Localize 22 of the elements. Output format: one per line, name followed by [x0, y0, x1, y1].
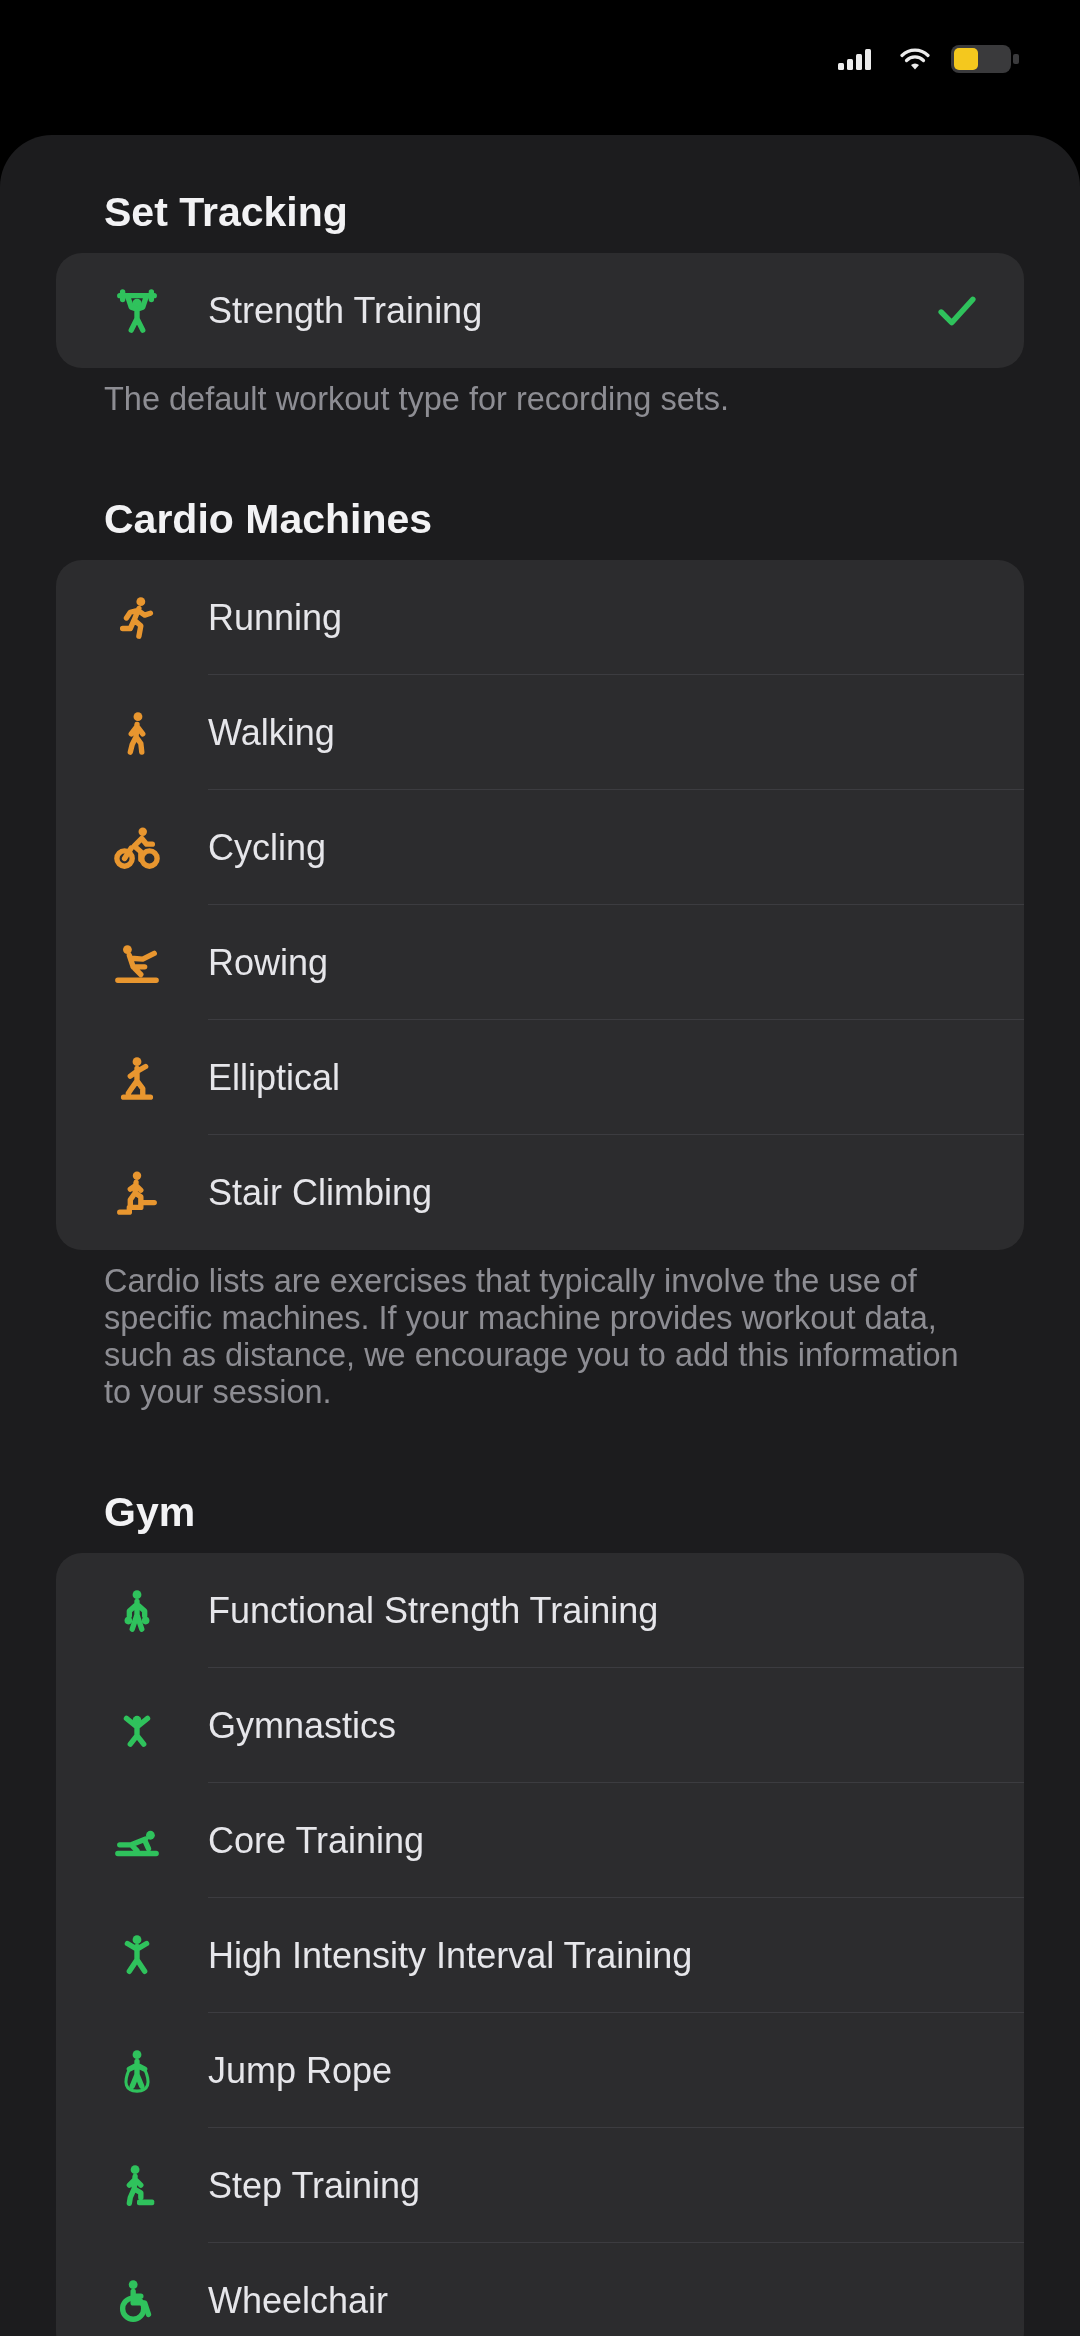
- workout-type-row[interactable]: High Intensity Interval Training: [56, 1898, 1024, 2013]
- workout-type-row[interactable]: Step Training: [56, 2128, 1024, 2243]
- section-header: Cardio Machines: [103, 495, 434, 544]
- workout-type-row[interactable]: Functional Strength Training: [56, 1553, 1024, 1668]
- workout-type-row[interactable]: Stair Climbing: [56, 1135, 1024, 1250]
- workout-type-row[interactable]: Running: [56, 560, 1024, 675]
- workout-type-row[interactable]: Elliptical: [56, 1020, 1024, 1135]
- signal-icon: [838, 47, 872, 70]
- workout-type-row[interactable]: Rowing: [56, 905, 1024, 1020]
- workout-type-row[interactable]: Core Training: [56, 1783, 1024, 1898]
- section-footnote: Cardio lists are exercises that typically involve the use of specific machines. If your machine provides workout data, such as distance, we encourage you to add this information to your session.: [103, 1262, 960, 1411]
- section-header: Gym: [103, 1488, 197, 1537]
- workout-type-row[interactable]: Gymnastics: [56, 1668, 1024, 1783]
- workout-type-row[interactable]: Cycling: [56, 790, 1024, 905]
- section-footnote: The default workout type for recording sets.: [103, 380, 731, 418]
- workout-type-row[interactable]: Strength Training: [56, 253, 1024, 368]
- workout-type-row[interactable]: Walking: [56, 675, 1024, 790]
- workout-type-row[interactable]: Jump Rope: [56, 2013, 1024, 2128]
- battery-icon: [950, 43, 1020, 74]
- wifi-icon: [900, 47, 930, 70]
- section-header: Set Tracking: [103, 188, 349, 237]
- workout-type-row[interactable]: Wheelchair: [56, 2243, 1024, 2336]
